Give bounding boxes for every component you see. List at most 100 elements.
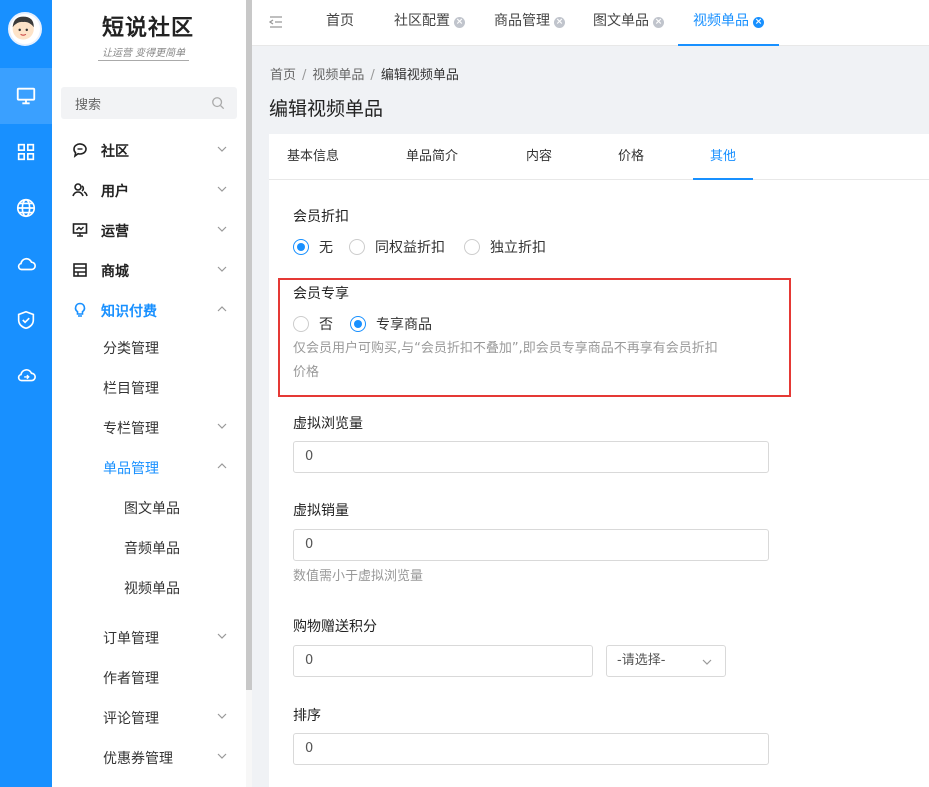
tab-label: 首页 (326, 13, 354, 29)
rail-globe-button[interactable] (0, 180, 52, 236)
radio-dot (349, 239, 365, 255)
sidebar-subitem-label: 作者管理 (103, 671, 159, 687)
close-icon[interactable]: × (753, 17, 764, 28)
sidebar-subitem-label: 分类管理 (103, 341, 159, 357)
edit-form-card: 基本信息 单品简介 内容 价格 其他 会员折扣 无 同权益折扣 独立折扣 会员专… (269, 134, 929, 787)
sidebar-subitem-label: 栏目管理 (103, 381, 159, 397)
radio-label: 无 (319, 240, 333, 256)
sidebar-subitem-label: 优惠券管理 (103, 751, 173, 767)
sidebar-item-label: 用户 (101, 184, 129, 200)
radio-exclusive-no[interactable]: 否 (293, 314, 333, 334)
radio-discount-independent[interactable]: 独立折扣 (464, 237, 546, 257)
sidebar-subitem-coupons[interactable]: 优惠券管理 (52, 737, 246, 777)
chevron-down-icon (702, 659, 712, 665)
member-exclusive-label: 会员专享 (293, 286, 349, 302)
virtual-views-input[interactable]: 0 (293, 441, 769, 473)
sidebar-subitem-audio[interactable]: 音频单品 (52, 527, 246, 567)
chevron-down-icon (217, 633, 227, 639)
sidebar-subitem-orders[interactable]: 订单管理 (52, 617, 246, 657)
sidebar-item-store[interactable]: 商城 (52, 250, 246, 290)
close-icon[interactable]: × (554, 17, 565, 28)
close-icon[interactable]: × (653, 17, 664, 28)
tab-graphic-single[interactable]: 图文单品 × (593, 0, 664, 46)
chat-icon (73, 143, 87, 158)
rail-monitor-button[interactable] (0, 68, 52, 124)
tab-other[interactable]: 其他 (693, 134, 753, 180)
radio-dot (293, 316, 309, 332)
sidebar-scrollbar[interactable] (246, 0, 252, 690)
icon-rail (0, 0, 52, 787)
tab-label: 视频单品 (693, 13, 749, 29)
presentation-icon (72, 223, 88, 237)
sidebar-subitem-column[interactable]: 栏目管理 (52, 367, 246, 407)
sidebar-subitem-video[interactable]: 视频单品 (52, 567, 246, 607)
sidebar-subitem-label: 视频单品 (124, 581, 180, 597)
bonus-points-label: 购物赠送积分 (293, 619, 377, 635)
rail-grid-button[interactable] (0, 124, 52, 180)
sidebar-subitem-authors[interactable]: 作者管理 (52, 657, 246, 697)
tab-intro[interactable]: 单品简介 (403, 134, 461, 180)
radio-exclusive-yes[interactable]: 专享商品 (350, 314, 432, 334)
sidebar-subitem-comments[interactable]: 评论管理 (52, 697, 246, 737)
sidebar-subitem-label: 专栏管理 (103, 421, 159, 437)
tab-basic-info[interactable]: 基本信息 (285, 134, 341, 180)
bonus-points-input[interactable]: 0 (293, 645, 593, 677)
rail-shield-button[interactable] (0, 292, 52, 348)
tab-label: 社区配置 (394, 13, 450, 29)
rail-cloud-sync-button[interactable] (0, 348, 52, 404)
chevron-down-icon (217, 266, 227, 272)
chevron-down-icon (217, 186, 227, 192)
virtual-sales-label: 虚拟销量 (293, 503, 349, 519)
sidebar-subitem-category[interactable]: 分类管理 (52, 327, 246, 367)
sidebar-subitem-single[interactable]: 单品管理 (52, 447, 246, 487)
radio-discount-none[interactable]: 无 (293, 237, 333, 257)
select-value: -请选择- (617, 653, 666, 668)
sidebar-item-label: 运营 (101, 224, 129, 240)
sort-label: 排序 (293, 708, 321, 724)
hint-line: 价格 (293, 365, 320, 380)
breadcrumb-video-single[interactable]: 视频单品 (312, 68, 364, 83)
rail-cloud-button[interactable] (0, 236, 52, 292)
radio-label: 专享商品 (376, 317, 432, 333)
globe-icon (16, 198, 36, 218)
chevron-down-icon (217, 226, 227, 232)
sidebar-item-users[interactable]: 用户 (52, 170, 246, 210)
sidebar-subitem-special[interactable]: 专栏管理 (52, 407, 246, 447)
member-discount-label: 会员折扣 (293, 209, 349, 225)
content-tabs: 基本信息 单品简介 内容 价格 其他 (269, 134, 929, 180)
tab-content[interactable]: 内容 (523, 134, 555, 180)
sidebar-item-community[interactable]: 社区 (52, 130, 246, 170)
tab-community-config[interactable]: 社区配置 × (394, 0, 465, 46)
tab-goods-manage[interactable]: 商品管理 × (494, 0, 565, 46)
brand-title: 短说社区 (102, 15, 195, 41)
tab-price[interactable]: 价格 (615, 134, 647, 180)
collapse-menu-icon[interactable] (269, 15, 283, 29)
bonus-points-select[interactable]: -请选择- (606, 645, 726, 677)
sort-input[interactable]: 0 (293, 733, 769, 765)
close-icon[interactable]: × (454, 17, 465, 28)
virtual-views-label: 虚拟浏览量 (293, 416, 363, 432)
cloud-icon (17, 257, 36, 271)
search-placeholder: 搜索 (75, 98, 102, 113)
sidebar: 短说社区 让运营 变得更简单 搜索 社区 用户 运营 商城 知识付费 分类管理 … (52, 0, 246, 787)
bulb-icon (74, 302, 86, 317)
tab-home[interactable]: 首页 (326, 0, 354, 46)
radio-dot-checked (350, 316, 366, 332)
radio-dot (464, 239, 480, 255)
sidebar-item-operations[interactable]: 运营 (52, 210, 246, 250)
chevron-up-icon (217, 463, 227, 469)
radio-discount-same[interactable]: 同权益折扣 (349, 237, 445, 257)
virtual-sales-input[interactable]: 0 (293, 529, 769, 561)
tab-video-single[interactable]: 视频单品 × (678, 0, 779, 46)
avatar[interactable] (8, 12, 42, 46)
chevron-down-icon (217, 713, 227, 719)
sidebar-subitem-label: 图文单品 (124, 501, 180, 517)
sidebar-subitem-graphic[interactable]: 图文单品 (52, 487, 246, 527)
breadcrumb-home[interactable]: 首页 (270, 68, 296, 83)
grid-icon (17, 143, 35, 161)
sidebar-item-knowledge-pay[interactable]: 知识付费 (52, 290, 246, 330)
brand-subtitle: 让运营 变得更简单 (98, 44, 190, 61)
breadcrumb: 首页 / 视频单品 / 编辑视频单品 (270, 68, 459, 83)
sidebar-search-input[interactable]: 搜索 (61, 87, 237, 119)
brand-logo[interactable]: 短说社区 让运营 变得更简单 (52, 0, 246, 68)
